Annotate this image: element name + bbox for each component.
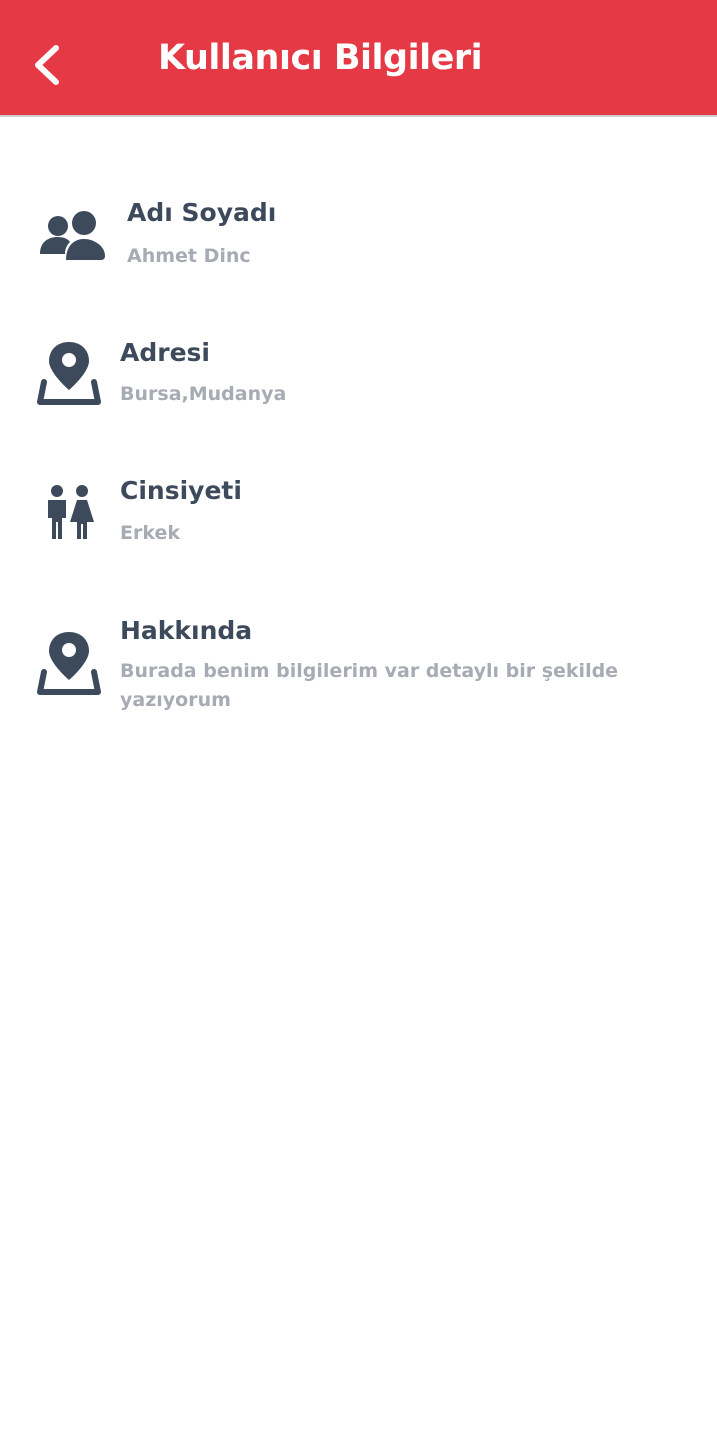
item-value-gender: Erkek (120, 522, 180, 544)
chevron-left-icon (35, 45, 59, 85)
item-value-name: Ahmet Dinc (127, 245, 251, 267)
item-title-about: Hakkında (120, 616, 253, 645)
map-pin-icon (36, 340, 106, 410)
map-pin-icon (36, 630, 106, 700)
app-header: Kullanıcı Bilgileri (0, 0, 717, 117)
item-value-address: Bursa,Mudanya (120, 383, 287, 405)
item-title-name: Adı Soyadı (127, 198, 277, 227)
restroom-icon (44, 484, 114, 554)
item-title-address: Adresi (120, 338, 210, 367)
page-title: Kullanıcı Bilgileri (158, 38, 483, 78)
back-button[interactable] (28, 40, 68, 90)
item-value-about: Burada benim bilgilerim var detaylı bir … (120, 660, 619, 711)
item-title-gender: Cinsiyeti (120, 476, 242, 505)
users-icon (36, 204, 106, 274)
